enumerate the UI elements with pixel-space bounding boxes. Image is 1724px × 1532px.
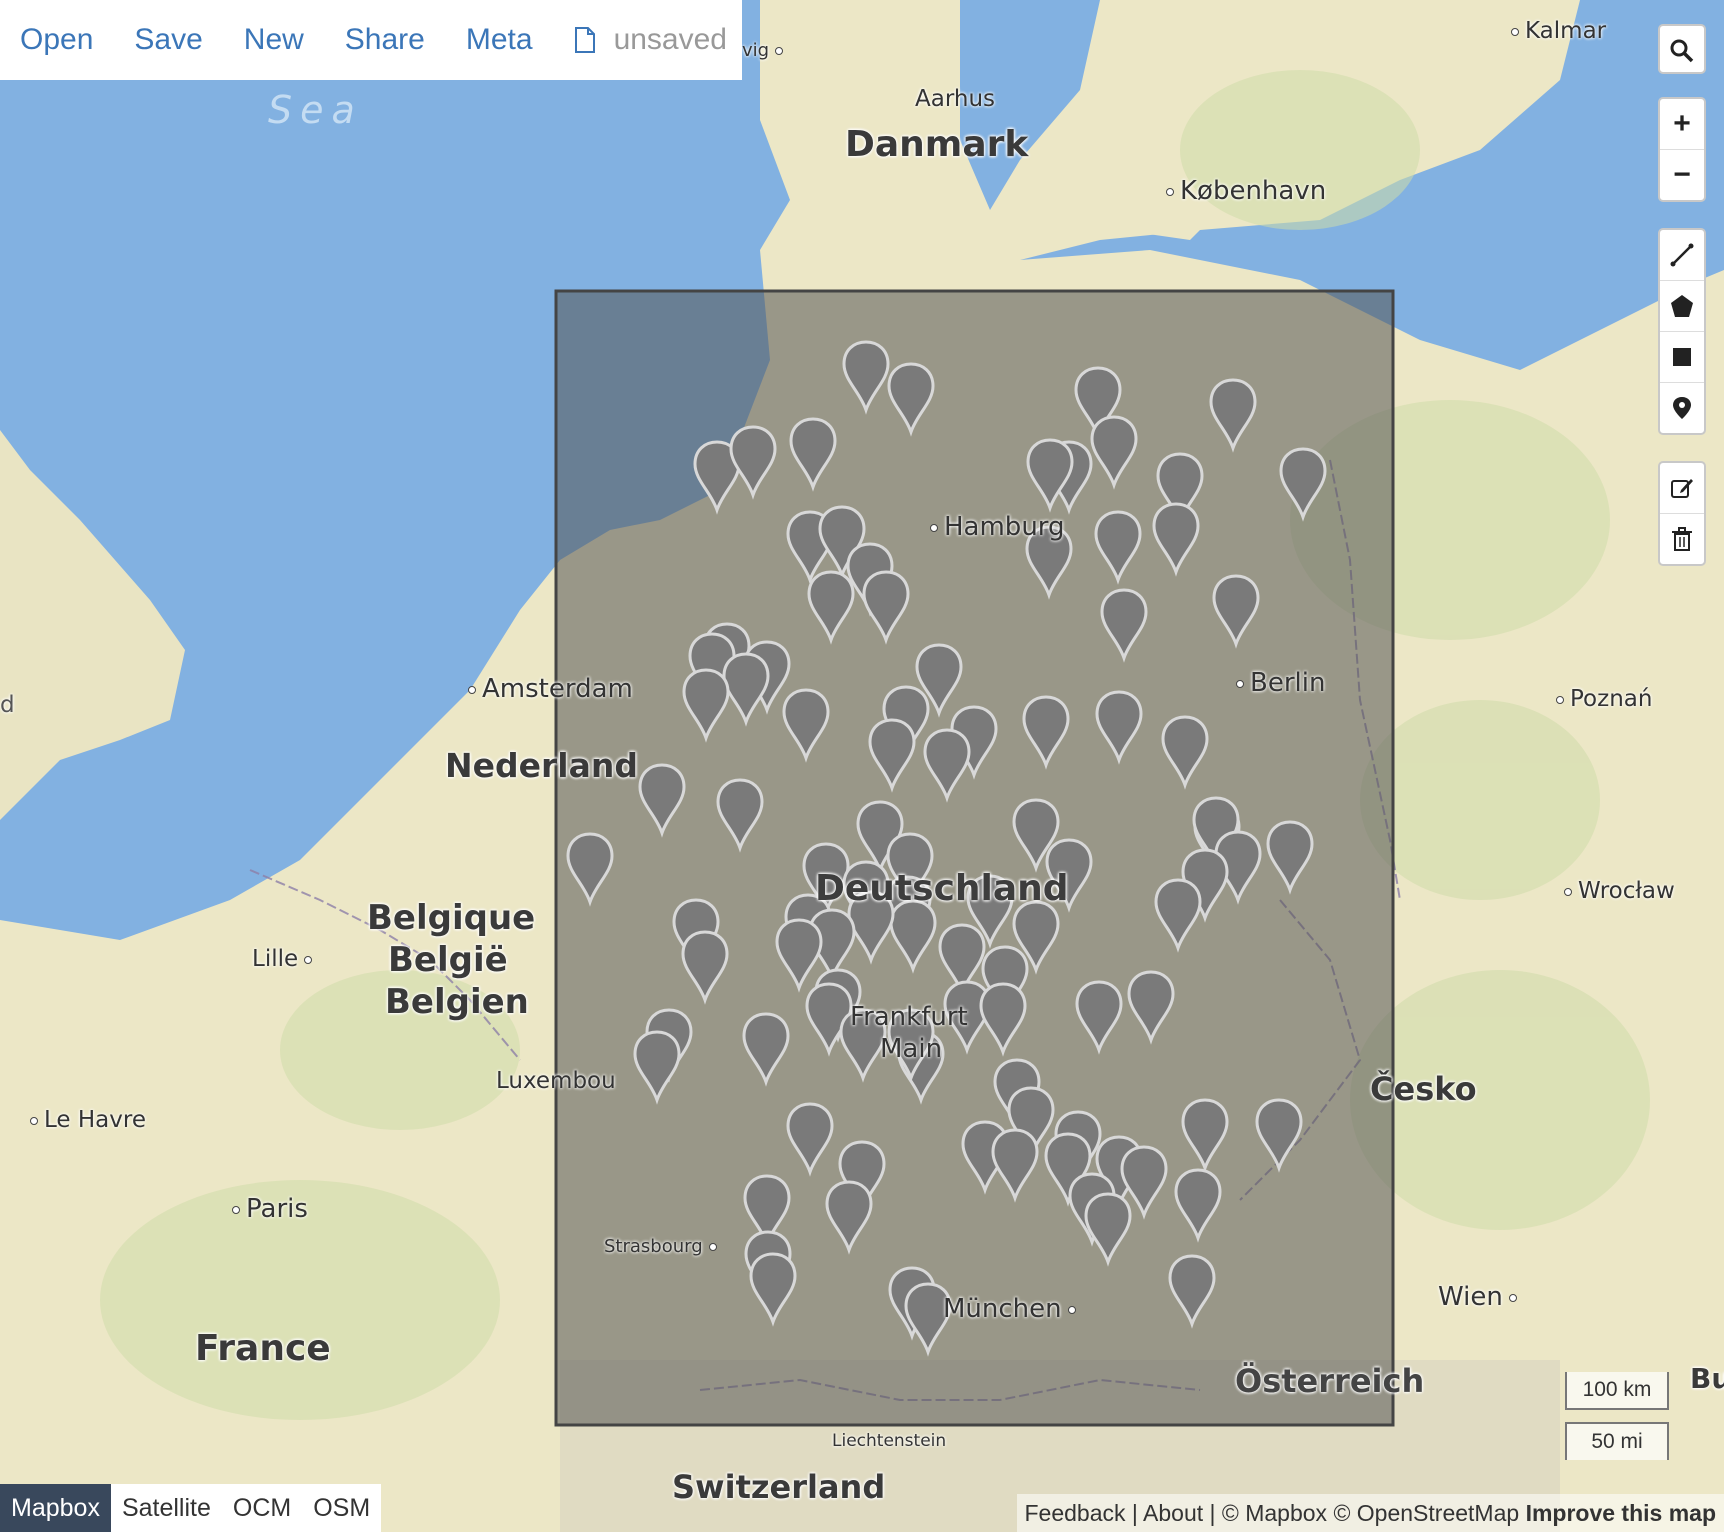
osm-credit[interactable]: © OpenStreetMap <box>1333 1500 1519 1526</box>
polygon-icon <box>1671 295 1693 317</box>
label-cesko: Česko <box>1370 1070 1477 1108</box>
draw-rectangle-button[interactable] <box>1660 331 1704 382</box>
draw-toolbar <box>1658 228 1706 435</box>
label-hamburg: Hamburg <box>924 512 1065 542</box>
label-deutschland: Deutschland <box>815 868 1069 909</box>
scale-metric: 100 km <box>1565 1372 1669 1410</box>
label-belgie: België <box>388 940 508 980</box>
label-amsterdam: Amsterdam <box>462 674 633 704</box>
trash-icon <box>1672 527 1692 551</box>
about-link[interactable]: About <box>1143 1500 1203 1526</box>
search-button[interactable] <box>1660 26 1704 76</box>
share-button[interactable]: Share <box>345 23 425 57</box>
edit-toolbar <box>1658 461 1706 566</box>
label-poznan: Poznań <box>1550 686 1652 712</box>
line-icon <box>1670 243 1694 267</box>
rectangle-icon <box>1673 348 1691 366</box>
draw-polygon-button[interactable] <box>1660 280 1704 331</box>
layer-ocm[interactable]: OCM <box>222 1484 302 1532</box>
delete-layers-button[interactable] <box>1660 513 1704 564</box>
label-kobenhavn: København <box>1160 176 1326 206</box>
label-d-left: d <box>0 692 15 718</box>
layer-satellite[interactable]: Satellite <box>111 1484 222 1532</box>
label-osterreich: Österreich <box>1235 1362 1425 1400</box>
draw-line-button[interactable] <box>1660 230 1704 280</box>
label-danmark: Danmark <box>845 124 1029 165</box>
label-luxembourg: Luxembou <box>496 1068 616 1094</box>
label-bu: Bu <box>1690 1362 1724 1395</box>
label-berlin: Berlin <box>1230 668 1325 698</box>
new-button[interactable]: New <box>244 23 304 57</box>
label-aarhus: Aarhus <box>915 86 996 112</box>
zoom-out-button[interactable]: − <box>1660 149 1704 200</box>
search-control <box>1658 24 1706 74</box>
zoom-control: + − <box>1658 97 1706 202</box>
label-wroclaw: Wrocław <box>1558 878 1675 904</box>
label-france: France <box>195 1328 331 1369</box>
top-toolbar: Open Save New Share Meta unsaved <box>0 0 742 80</box>
label-paris: Paris <box>226 1194 308 1224</box>
label-lille: Lille <box>252 946 318 972</box>
label-nederland: Nederland <box>445 746 638 785</box>
mapbox-credit[interactable]: © Mapbox <box>1222 1500 1327 1526</box>
label-switzerland: Switzerland <box>672 1468 886 1506</box>
label-sea: Sea <box>268 88 363 132</box>
label-vig: vig <box>742 40 789 61</box>
label-le-havre: Le Havre <box>24 1107 146 1133</box>
label-belgien: Belgien <box>385 982 529 1022</box>
label-strasbourg: Strasbourg <box>604 1236 723 1257</box>
marker-icon <box>1673 397 1691 419</box>
label-liechtenstein: Liechtenstein <box>832 1431 947 1451</box>
attribution: Feedback | About | © Mapbox © OpenStreet… <box>1016 1494 1724 1532</box>
label-kalmar: Kalmar <box>1505 18 1606 44</box>
layer-switcher: Mapbox Satellite OCM OSM <box>0 1484 382 1532</box>
improve-map-link[interactable]: Improve this map <box>1526 1500 1716 1526</box>
save-status: unsaved <box>613 23 727 56</box>
layer-osm[interactable]: OSM <box>302 1484 381 1532</box>
file-icon <box>574 27 595 53</box>
feedback-link[interactable]: Feedback <box>1025 1500 1126 1526</box>
label-belgique: Belgique <box>367 898 536 938</box>
zoom-in-button[interactable]: + <box>1660 99 1704 149</box>
search-icon <box>1670 39 1694 63</box>
meta-button[interactable]: Meta <box>466 23 533 57</box>
label-frankfurt: Frankfurt <box>850 1002 968 1032</box>
label-wien: Wien <box>1438 1282 1523 1312</box>
save-button[interactable]: Save <box>134 23 202 57</box>
scale-imperial: 50 mi <box>1565 1422 1669 1460</box>
scale-bar: 100 km 50 mi <box>1565 1372 1669 1472</box>
edit-layers-button[interactable] <box>1660 463 1704 513</box>
label-main: Main <box>880 1034 943 1064</box>
open-button[interactable]: Open <box>20 23 93 57</box>
label-munchen: München <box>943 1294 1082 1324</box>
draw-marker-button[interactable] <box>1660 382 1704 433</box>
edit-icon <box>1671 479 1693 498</box>
layer-mapbox[interactable]: Mapbox <box>0 1484 111 1532</box>
